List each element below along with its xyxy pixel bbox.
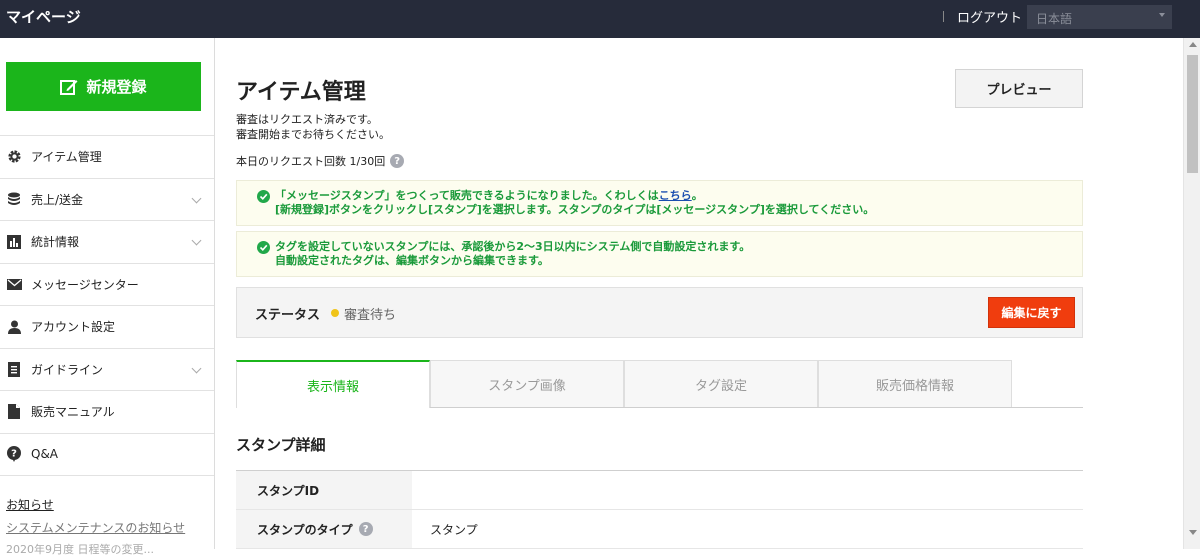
sidebar-item-account-settings[interactable]: アカウント設定 [0, 306, 214, 349]
news-item-cropped[interactable]: 2020年9月度 日程等の変更... [6, 541, 154, 557]
row-value [412, 471, 430, 509]
help-icon[interactable]: ? [358, 522, 373, 536]
sidebar-item-item-management[interactable]: アイテム管理 [0, 136, 214, 179]
preview-button[interactable]: プレビュー [955, 69, 1083, 108]
coins-icon [6, 191, 22, 207]
question-bubble-icon: ? [6, 446, 22, 463]
svg-text:?: ? [11, 449, 17, 460]
return-to-edit-button[interactable]: 編集に戻す [988, 297, 1075, 328]
language-select[interactable]: 日本語 [1027, 5, 1172, 29]
sidebar-item-label: メッセージセンター [31, 277, 139, 292]
row-key-label: スタンプのタイプ [257, 522, 353, 537]
review-status-message: 審査はリクエスト済みです。 審査開始までお待ちください。 [236, 112, 390, 142]
notice-line-1: タグを設定していないスタンプには、承認後から2〜3日以内にシステム側で自動設定さ… [275, 240, 751, 253]
bar-chart-icon [6, 234, 22, 250]
sidebar-item-label: アカウント設定 [31, 320, 116, 335]
vertical-scrollbar[interactable] [1183, 38, 1200, 549]
scroll-down-arrow-icon[interactable] [1189, 530, 1197, 535]
main-content: アイテム管理 プレビュー 審査はリクエスト済みです。 審査開始までお待ちください… [215, 38, 1183, 549]
status-label: ステータス [255, 308, 321, 323]
sidebar-item-sales-manual[interactable]: 販売マニュアル [0, 391, 214, 434]
status-bar: ステータス 審査待ち 編集に戻す [236, 287, 1083, 338]
news-heading-link[interactable]: お知らせ [6, 496, 54, 513]
notice-text: 「メッセージスタンプ」をつくって販売できるようになりました。くわしくは [275, 189, 659, 202]
new-registration-button[interactable]: 新規登録 [6, 62, 201, 111]
tab-stamp-images[interactable]: スタンプ画像 [430, 360, 624, 407]
sidebar-nav: アイテム管理 売上/送金 統計情報 メッセージセンター アカウント設定 ガイドラ… [0, 135, 214, 476]
sidebar-item-label: 統計情報 [31, 235, 80, 250]
language-select-value: 日本語 [1036, 12, 1073, 26]
notice-text: 。 [691, 189, 703, 202]
notice-line-2: [新規登録]ボタンをクリックし[スタンプ]を選択します。スタンプのタイプは[メッ… [275, 203, 875, 216]
edit-icon [60, 79, 78, 95]
table-row: スタンプID [236, 471, 1083, 510]
check-circle-icon [257, 241, 270, 254]
scroll-up-arrow-icon[interactable] [1189, 42, 1197, 47]
help-icon[interactable]: ? [390, 154, 405, 168]
status-value: 審査待ち [344, 308, 397, 323]
file-icon [6, 404, 22, 420]
request-count: 本日のリクエスト回数 1/30回 ? [236, 153, 405, 169]
header-divider [943, 11, 944, 22]
new-registration-label: 新規登録 [86, 78, 147, 96]
row-key-label: スタンプID [257, 483, 320, 498]
notice-line-2: 自動設定されたタグは、編集ボタンから編集できます。 [275, 254, 549, 267]
sidebar-item-sales[interactable]: 売上/送金 [0, 179, 214, 221]
section-title: スタンプ詳細 [236, 436, 326, 454]
sidebar-item-message-center[interactable]: メッセージセンター [0, 264, 214, 306]
chevron-down-icon [191, 235, 202, 246]
sidebar-item-guideline[interactable]: ガイドライン [0, 349, 214, 391]
row-key: スタンプID [236, 471, 412, 509]
check-circle-icon [257, 190, 270, 203]
tab-sales-price[interactable]: 販売価格情報 [818, 360, 1012, 407]
mypage-title[interactable]: マイページ [6, 6, 81, 27]
sidebar-item-label: ガイドライン [31, 362, 104, 377]
notice-message-stamp: 「メッセージスタンプ」をつくって販売できるようになりました。くわしくはこちら。 … [236, 180, 1083, 226]
tab-display-info[interactable]: 表示情報 [236, 360, 430, 408]
user-icon [6, 319, 22, 335]
sidebar-item-qa[interactable]: ? Q&A [0, 434, 214, 476]
review-status-line-1: 審査はリクエスト済みです。 [236, 113, 378, 126]
stamp-detail-table: スタンプID スタンプのタイプ ? スタンプ [236, 470, 1083, 549]
review-status-line-2: 審査開始までお待ちください。 [236, 128, 390, 141]
sidebar-item-statistics[interactable]: 統計情報 [0, 221, 214, 264]
chevron-down-icon [1159, 13, 1165, 17]
document-icon [6, 361, 22, 377]
sidebar-item-label: Q&A [31, 447, 59, 462]
sidebar-item-label: 販売マニュアル [31, 405, 115, 420]
chevron-down-icon [191, 193, 202, 203]
notice-line-1: 「メッセージスタンプ」をつくって販売できるようになりました。くわしくはこちら。 [275, 189, 1082, 203]
status-dot-icon [331, 309, 339, 317]
top-header: マイページ ログアウト 日本語 [0, 0, 1200, 38]
notice-details-link[interactable]: こちら [659, 189, 692, 202]
page-title: アイテム管理 [236, 80, 366, 105]
row-value: スタンプ [430, 522, 478, 537]
sidebar-item-label: 売上/送金 [31, 192, 84, 207]
tab-tag-settings[interactable]: タグ設定 [624, 360, 818, 407]
request-count-text: 本日のリクエスト回数 1/30回 [236, 155, 386, 168]
logout-link[interactable]: ログアウト [957, 7, 1022, 26]
news-item-link[interactable]: システムメンテナンスのお知らせ [6, 519, 185, 536]
chevron-down-icon [191, 363, 202, 373]
gear-icon [6, 149, 22, 165]
sidebar-item-label: アイテム管理 [31, 150, 102, 165]
scrollbar-thumb[interactable] [1187, 55, 1198, 173]
sidebar: 新規登録 アイテム管理 売上/送金 統計情報 メッセージセンター アカウント設定… [0, 38, 215, 556]
tab-bar: 表示情報 スタンプ画像 タグ設定 販売価格情報 [236, 360, 1083, 408]
notice-auto-tags: タグを設定していないスタンプには、承認後から2〜3日以内にシステム側で自動設定さ… [236, 231, 1083, 277]
table-row: スタンプのタイプ ? スタンプ [236, 510, 1083, 549]
envelope-icon [6, 276, 22, 292]
row-key: スタンプのタイプ ? [236, 510, 412, 548]
